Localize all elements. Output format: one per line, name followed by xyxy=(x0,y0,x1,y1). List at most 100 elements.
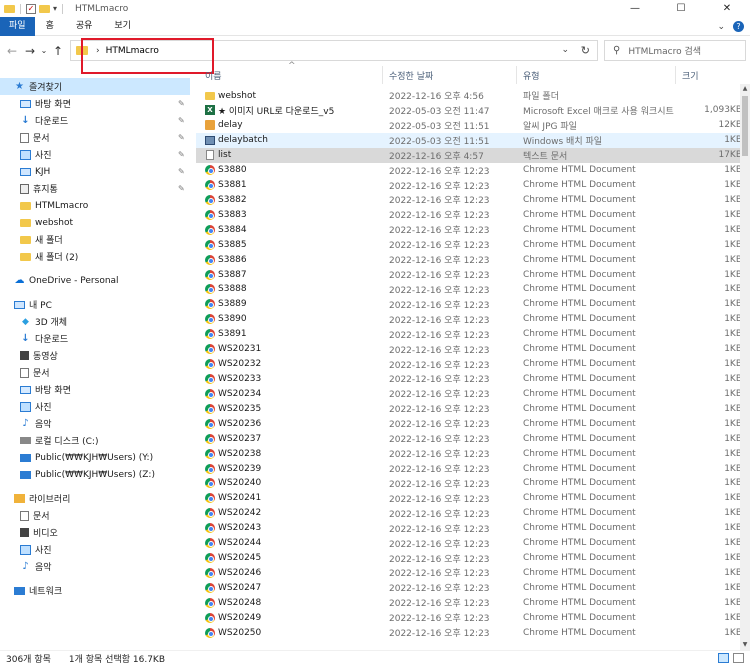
file-row[interactable]: S3881 2022-12-16 오후 12:23 Chrome HTML Docu… xyxy=(196,178,744,193)
file-row[interactable]: S3887 2022-12-16 오후 12:23 Chrome HTML Docu… xyxy=(196,267,744,282)
tab-share[interactable]: 공유 xyxy=(65,17,104,36)
file-row[interactable]: webshot 2022-12-16 오후 4:56 파일 폴더 xyxy=(196,88,744,103)
sidebar-item[interactable]: ★ 즐겨찾기 xyxy=(0,78,190,95)
minimize-button[interactable]: — xyxy=(612,0,658,17)
file-row[interactable]: WS20238 2022-12-16 오후 12:23 Chrome HTML Do… xyxy=(196,446,744,461)
sidebar-item[interactable]: 내 PC xyxy=(0,296,190,313)
sidebar-item[interactable]: 휴지통 ✎ xyxy=(0,180,190,197)
properties-icon[interactable]: ✓ xyxy=(26,3,36,14)
file-row[interactable]: WS20246 2022-12-16 오후 12:23 Chrome HTML Do… xyxy=(196,565,744,580)
file-row[interactable]: WS20244 2022-12-16 오후 12:23 Chrome HTML Do… xyxy=(196,536,744,551)
file-row[interactable]: S3885 2022-12-16 오후 12:23 Chrome HTML Docu… xyxy=(196,237,744,252)
file-row[interactable]: S3880 2022-12-16 오후 12:23 Chrome HTML Docu… xyxy=(196,163,744,178)
maximize-button[interactable]: ☐ xyxy=(658,0,704,17)
sidebar-item[interactable]: 로컬 디스크 (C:) xyxy=(0,432,190,449)
sidebar-item[interactable]: 바탕 화면 xyxy=(0,381,190,398)
file-row[interactable]: S3890 2022-12-16 오후 12:23 Chrome HTML Docu… xyxy=(196,312,744,327)
file-row[interactable]: WS20239 2022-12-16 오후 12:23 Chrome HTML Do… xyxy=(196,461,744,476)
details-view-icon[interactable] xyxy=(718,653,729,663)
file-row[interactable]: S3889 2022-12-16 오후 12:23 Chrome HTML Docu… xyxy=(196,297,744,312)
file-row[interactable]: S3882 2022-12-16 오후 12:23 Chrome HTML Docu… xyxy=(196,192,744,207)
large-icons-view-icon[interactable] xyxy=(733,653,744,663)
file-row[interactable]: S3888 2022-12-16 오후 12:23 Chrome HTML Docu… xyxy=(196,282,744,297)
file-row[interactable]: WS20249 2022-12-16 오후 12:23 Chrome HTML Do… xyxy=(196,610,744,625)
file-row[interactable]: delaybatch 2022-05-03 오전 11:51 Windows 배치 … xyxy=(196,132,744,148)
file-row[interactable]: WS20242 2022-12-16 오후 12:23 Chrome HTML Do… xyxy=(196,506,744,521)
search-input[interactable]: ⚲ HTMLmacro 검색 xyxy=(604,40,746,61)
refresh-icon[interactable]: ↻ xyxy=(581,44,590,57)
sidebar-item[interactable]: HTMLmacro xyxy=(0,197,190,214)
column-name[interactable]: 이름 xyxy=(205,69,222,82)
column-divider[interactable] xyxy=(675,66,676,84)
column-divider[interactable] xyxy=(516,66,517,84)
address-bar[interactable]: › HTMLmacro ⌄ ↻ xyxy=(70,40,598,61)
column-size[interactable]: 크기 xyxy=(682,69,699,82)
sidebar-item[interactable]: 라이브러리 xyxy=(0,490,190,507)
sidebar-item[interactable]: 사진 xyxy=(0,541,190,558)
column-type[interactable]: 유형 xyxy=(523,69,540,82)
sidebar-item[interactable]: 문서 ✎ xyxy=(0,129,190,146)
sidebar-item[interactable]: 새 폴더 (2) xyxy=(0,248,190,265)
sidebar-item[interactable]: ♪ 음악 xyxy=(0,415,190,432)
sidebar-item[interactable]: 새 폴더 xyxy=(0,231,190,248)
chevron-right-icon[interactable]: › xyxy=(96,46,100,56)
expand-ribbon-icon[interactable]: ⌄ xyxy=(717,22,725,32)
file-row[interactable]: WS20233 2022-12-16 오후 12:23 Chrome HTML Do… xyxy=(196,371,744,386)
new-folder-icon[interactable] xyxy=(39,4,50,13)
file-row[interactable]: S3883 2022-12-16 오후 12:23 Chrome HTML Docu… xyxy=(196,207,744,222)
forward-arrow-icon[interactable]: → xyxy=(21,44,39,58)
chevron-down-icon[interactable]: ⌄ xyxy=(561,45,569,55)
sidebar-item[interactable]: webshot xyxy=(0,214,190,231)
sidebar-item[interactable]: 바탕 화면 ✎ xyxy=(0,95,190,112)
file-row[interactable]: S3891 2022-12-16 오후 12:23 Chrome HTML Docu… xyxy=(196,327,744,342)
file-row[interactable]: S3884 2022-12-16 오후 12:23 Chrome HTML Docu… xyxy=(196,222,744,237)
sidebar-item[interactable]: ↓ 다운로드 xyxy=(0,330,190,347)
file-row[interactable]: WS20247 2022-12-16 오후 12:23 Chrome HTML Do… xyxy=(196,580,744,595)
sidebar-item[interactable]: ♪ 음악 xyxy=(0,558,190,575)
scroll-up-icon[interactable]: ▲ xyxy=(740,84,750,94)
scrollbar-thumb[interactable] xyxy=(742,96,748,156)
file-row[interactable]: WS20241 2022-12-16 오후 12:23 Chrome HTML Do… xyxy=(196,491,744,506)
file-row[interactable]: WS20240 2022-12-16 오후 12:23 Chrome HTML Do… xyxy=(196,476,744,491)
recent-locations-icon[interactable]: ⌄ xyxy=(39,46,49,55)
file-row[interactable]: WS20250 2022-12-16 오후 12:23 Chrome HTML Do… xyxy=(196,625,744,638)
file-row[interactable]: list 2022-12-16 오후 4:57 텍스트 문서 17KB xyxy=(196,147,744,163)
address-path[interactable]: HTMLmacro xyxy=(106,46,159,56)
file-row[interactable]: WS20232 2022-12-16 오후 12:23 Chrome HTML Do… xyxy=(196,357,744,372)
sidebar-item[interactable]: Public(₩₩KJH₩Users) (Z:) xyxy=(0,466,190,483)
file-row[interactable]: WS20248 2022-12-16 오후 12:23 Chrome HTML Do… xyxy=(196,595,744,610)
column-date[interactable]: 수정한 날짜 xyxy=(389,69,433,82)
file-row[interactable]: WS20243 2022-12-16 오후 12:23 Chrome HTML Do… xyxy=(196,521,744,536)
sidebar-item[interactable]: Public(₩₩KJH₩Users) (Y:) xyxy=(0,449,190,466)
sidebar-item[interactable]: 사진 ✎ xyxy=(0,146,190,163)
scroll-down-icon[interactable]: ▼ xyxy=(740,640,750,650)
sidebar-item[interactable]: ☁ OneDrive - Personal xyxy=(0,272,190,289)
sidebar-item[interactable]: 네트워크 xyxy=(0,582,190,599)
tab-home[interactable]: 홈 xyxy=(35,17,65,36)
file-row[interactable]: WS20237 2022-12-16 오후 12:23 Chrome HTML Do… xyxy=(196,431,744,446)
file-row[interactable]: WS20236 2022-12-16 오후 12:23 Chrome HTML Do… xyxy=(196,416,744,431)
customize-toolbar-icon[interactable]: ▾ xyxy=(53,4,57,13)
sidebar-item[interactable]: ↓ 다운로드 ✎ xyxy=(0,112,190,129)
tab-view[interactable]: 보기 xyxy=(103,17,142,36)
sidebar-item[interactable]: 문서 xyxy=(0,507,190,524)
help-icon[interactable]: ? xyxy=(733,21,744,32)
back-arrow-icon[interactable]: ← xyxy=(3,44,21,58)
file-row[interactable]: S3886 2022-12-16 오후 12:23 Chrome HTML Docu… xyxy=(196,252,744,267)
sidebar-item[interactable]: 동영상 xyxy=(0,347,190,364)
file-row[interactable]: WS20235 2022-12-16 오후 12:23 Chrome HTML Do… xyxy=(196,401,744,416)
tab-file[interactable]: 파일 xyxy=(0,16,35,36)
file-row[interactable]: X ★ 이미지 URL로 다운로드_v5 2022-05-03 오전 11:47 Mi… xyxy=(196,103,744,118)
sidebar-item[interactable]: KJH ✎ xyxy=(0,163,190,180)
file-row[interactable]: delay 2022-05-03 오전 11:51 알씨 JPG 파일 12KB xyxy=(196,118,744,133)
sidebar-item[interactable]: 사진 xyxy=(0,398,190,415)
file-row[interactable]: WS20231 2022-12-16 오후 12:23 Chrome HTML Do… xyxy=(196,342,744,357)
sidebar-item[interactable]: ◆ 3D 개체 xyxy=(0,313,190,330)
sidebar-item[interactable]: 문서 xyxy=(0,364,190,381)
close-button[interactable]: ✕ xyxy=(704,0,750,17)
sidebar-item[interactable]: 비디오 xyxy=(0,524,190,541)
up-arrow-icon[interactable]: ↑ xyxy=(49,44,67,58)
vertical-scrollbar[interactable]: ▲ ▼ xyxy=(740,84,750,650)
file-row[interactable]: WS20234 2022-12-16 오후 12:23 Chrome HTML Do… xyxy=(196,386,744,401)
column-divider[interactable] xyxy=(382,66,383,84)
